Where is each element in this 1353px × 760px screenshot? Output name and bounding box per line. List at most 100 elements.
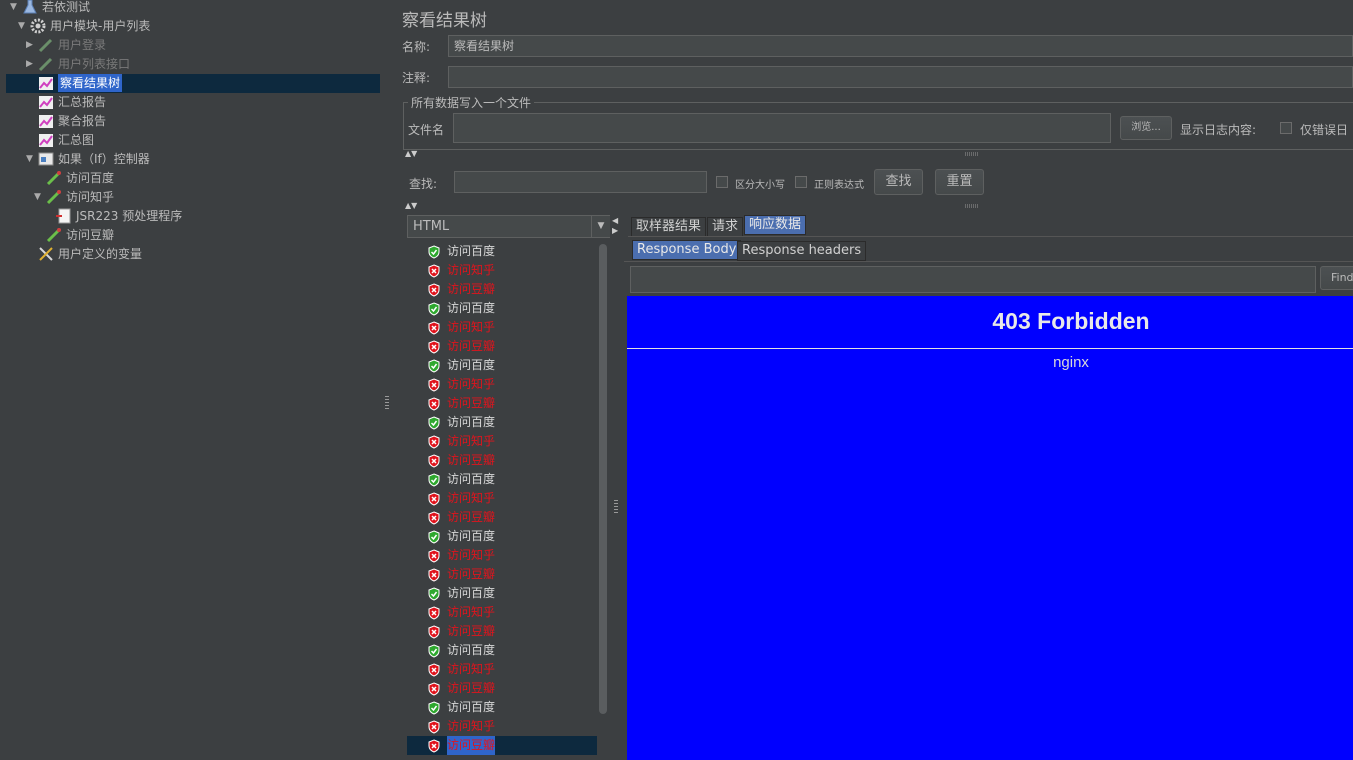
result-row[interactable]: 访问豆瓣 — [407, 679, 597, 698]
result-row[interactable]: 访问豆瓣 — [407, 565, 597, 584]
result-row-label: 访问百度 — [447, 586, 496, 600]
comment-field[interactable] — [448, 66, 1353, 88]
result-row-label: 访问知乎 — [447, 662, 496, 676]
tab-request[interactable]: 请求 — [707, 217, 744, 237]
scrollbar-thumb[interactable] — [599, 244, 607, 714]
result-row-label: 访问百度 — [447, 244, 496, 258]
expand-arrow-icon[interactable]: ▼ — [26, 150, 38, 168]
collapse-arrows-icon[interactable]: ▲▼ — [405, 149, 417, 158]
result-row[interactable]: 访问豆瓣 — [407, 394, 597, 413]
result-row-label: 访问百度 — [447, 415, 496, 429]
tree-item-aggregate-report[interactable]: 聚合报告 — [38, 112, 106, 130]
browse-button[interactable]: 浏览... — [1120, 116, 1172, 140]
find-button[interactable]: 查找 — [874, 169, 923, 195]
expand-arrow-icon[interactable]: ▼ — [34, 188, 46, 206]
split-arrows-icon[interactable]: ◀ ▶ — [612, 216, 618, 236]
result-row[interactable]: 访问知乎 — [407, 546, 597, 565]
result-row[interactable]: 访问知乎 — [407, 717, 597, 736]
result-row[interactable]: 访问百度 — [407, 698, 597, 717]
result-row[interactable]: 访问知乎 — [407, 489, 597, 508]
case-sensitive-label: 区分大小写 — [735, 180, 785, 191]
result-row[interactable]: 访问豆瓣 — [407, 622, 597, 641]
result-row[interactable]: 访问豆瓣 — [407, 337, 597, 356]
split-grip-icon[interactable] — [965, 204, 979, 208]
error-shield-icon — [427, 339, 441, 354]
search-input[interactable] — [454, 171, 707, 193]
tree-item-label: 访问百度 — [66, 171, 115, 185]
success-shield-icon — [427, 415, 441, 430]
case-sensitive-checkbox[interactable] — [716, 176, 728, 188]
reset-button[interactable]: 重置 — [935, 169, 984, 195]
result-row[interactable]: 访问豆瓣 — [407, 451, 597, 470]
tab-sampler-result[interactable]: 取样器结果 — [631, 217, 707, 237]
result-row-label: 访问豆瓣 — [447, 681, 496, 695]
chevron-down-icon[interactable]: ▼ — [591, 216, 610, 237]
success-shield-icon — [427, 643, 441, 658]
response-find-input[interactable] — [630, 266, 1316, 293]
split-grip-icon[interactable] — [965, 152, 979, 156]
result-row[interactable]: 访问百度 — [407, 242, 597, 261]
result-row-label: 访问知乎 — [447, 605, 496, 619]
result-row[interactable]: 访问百度 — [407, 584, 597, 603]
result-row[interactable]: 访问知乎 — [407, 432, 597, 451]
result-row[interactable]: 访问知乎 — [407, 318, 597, 337]
tree-item-view-results-tree[interactable]: 察看结果树 — [38, 74, 123, 92]
comment-label: 注释: — [402, 71, 431, 85]
results-split-divider[interactable]: ◀ ▶ — [610, 214, 622, 760]
sampler-pipette-icon — [38, 37, 54, 53]
tree-item-summary-graph[interactable]: 汇总图 — [38, 131, 94, 149]
tree-item-visit-zhihu[interactable]: ▼ 访问知乎 — [34, 188, 114, 206]
name-label: 名称: — [402, 40, 431, 54]
result-row[interactable]: 访问百度 — [407, 470, 597, 489]
result-row-label: 访问百度 — [447, 700, 496, 714]
tree-item-visit-baidu[interactable]: 访问百度 — [46, 169, 114, 187]
result-row[interactable]: 访问知乎 — [407, 603, 597, 622]
tree-node-thread-group[interactable]: ▼ 用户模块-用户列表 — [18, 17, 150, 35]
expand-arrow-icon[interactable]: ▶ — [26, 36, 38, 54]
result-row[interactable]: 访问百度 — [407, 527, 597, 546]
tree-item-user-login[interactable]: ▶ 用户登录 — [26, 36, 106, 54]
result-row[interactable]: 访问百度 — [407, 299, 597, 318]
tab-response-data[interactable]: 响应数据 — [744, 215, 807, 235]
tree-item-visit-douban[interactable]: 访问豆瓣 — [46, 226, 114, 244]
expand-arrow-icon[interactable]: ▼ — [18, 17, 30, 35]
listener-chart-icon — [38, 75, 54, 91]
results-scrollbar[interactable] — [598, 242, 608, 760]
results-list[interactable]: 访问百度 访问知乎 访问豆瓣 访问百度 访问知乎 访问豆瓣 访问百度 访问知乎 访问豆瓣 访问百度… — [407, 240, 603, 760]
tree-item-summary-report[interactable]: 汇总报告 — [38, 93, 106, 111]
expand-arrow-icon[interactable]: ▶ — [26, 55, 38, 73]
success-shield-icon — [427, 529, 441, 544]
result-row[interactable]: 访问百度 — [407, 356, 597, 375]
name-field[interactable]: 察看结果树 — [448, 35, 1353, 57]
result-row[interactable]: 访问豆瓣 — [407, 280, 597, 299]
collapse-arrows-icon[interactable]: ▲▼ — [405, 201, 417, 210]
renderer-select[interactable]: HTML ▼ — [407, 215, 611, 238]
regex-checkbox[interactable] — [795, 176, 807, 188]
listener-chart-icon — [38, 113, 54, 129]
expand-arrow-icon[interactable]: ▼ — [10, 0, 22, 16]
result-row[interactable]: 访问豆瓣 — [407, 736, 597, 755]
tree-node-root[interactable]: ▼ 若依测试 — [10, 0, 90, 16]
result-row[interactable]: 访问百度 — [407, 413, 597, 432]
sampler-pipette-icon — [38, 56, 54, 72]
split-pane-divider[interactable] — [382, 0, 394, 760]
result-row[interactable]: 访问豆瓣 — [407, 508, 597, 527]
tab-response-body[interactable]: Response Body — [632, 240, 742, 260]
errors-only-checkbox[interactable] — [1280, 122, 1292, 134]
tree-item-user-list-api[interactable]: ▶ 用户列表接口 — [26, 55, 130, 73]
tree-item-jsr223-preprocessor[interactable]: JSR223 预处理程序 — [56, 207, 182, 225]
result-row-label: 访问豆瓣 — [447, 453, 496, 467]
error-shield-icon — [427, 605, 441, 620]
result-row[interactable]: 访问知乎 — [407, 660, 597, 679]
tree-item-if-controller[interactable]: ▼ 如果（If）控制器 — [26, 150, 150, 168]
tree-item-label: 用户定义的变量 — [58, 247, 143, 261]
result-row[interactable]: 访问知乎 — [407, 261, 597, 280]
result-row[interactable]: 访问知乎 — [407, 375, 597, 394]
tree-item-user-variables[interactable]: 用户定义的变量 — [38, 245, 142, 263]
error-shield-icon — [427, 491, 441, 506]
tab-response-headers[interactable]: Response headers — [737, 241, 867, 261]
response-find-button[interactable]: Find — [1320, 266, 1353, 290]
result-row[interactable]: 访问百度 — [407, 641, 597, 660]
tree-item-label: 访问知乎 — [66, 190, 115, 204]
file-name-field[interactable] — [453, 113, 1111, 143]
